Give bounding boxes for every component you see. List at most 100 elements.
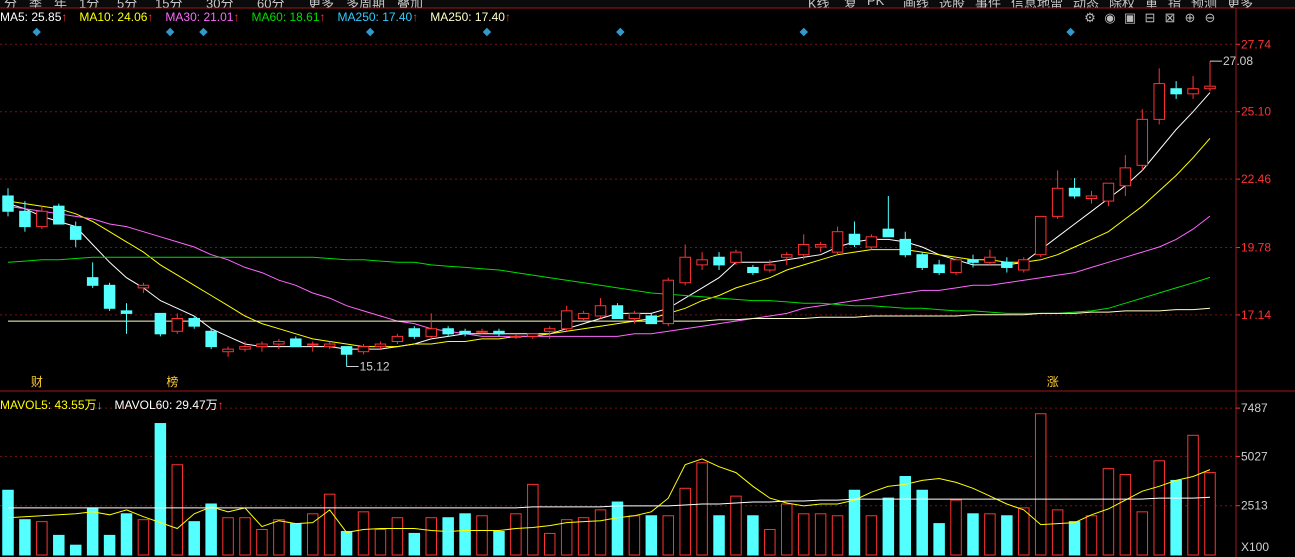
event-diamond-icon [199, 27, 208, 37]
volume-bar-down [86, 507, 99, 556]
event-diamond-icon [165, 27, 175, 37]
volume-bar-up [1136, 511, 1149, 556]
volume-bar-up [36, 521, 48, 556]
candle-body-down [340, 346, 353, 355]
candlestick [848, 221, 861, 248]
volume-bar-down [1001, 515, 1013, 556]
candlestick [594, 298, 607, 319]
stock-chart-window: 分季年 1分 5分 15分 30分 60分 更多 多周期 叠加 K线复 PK 画线 选股 事件 信息地雷 动态… [0, 0, 1295, 557]
volume-bar-down [882, 497, 895, 556]
candlestick [797, 234, 810, 260]
candle-body-down [713, 256, 725, 266]
volume-bar-up [391, 517, 404, 556]
candle-body-down [848, 233, 861, 245]
volume-bar-up [137, 519, 150, 556]
candlestick [1001, 257, 1013, 273]
candlestick [19, 201, 31, 232]
volume-bar-up [781, 503, 793, 556]
candle-body-down [69, 226, 82, 240]
high-price-label: 27.08 [1223, 54, 1253, 68]
price-tick-label: 27.74 [1241, 37, 1271, 51]
candlestick [1068, 178, 1081, 199]
volume-bar-up [1018, 507, 1030, 556]
event-marker-label: 涨 [1047, 374, 1059, 389]
candle-body-up [1119, 167, 1132, 187]
price-tick-label: 17.14 [1241, 308, 1271, 322]
volume-bar-up [730, 495, 742, 556]
volume-bar-down [120, 513, 133, 556]
event-marker-label: 财 [31, 375, 43, 389]
candle-body-down [86, 277, 99, 286]
candlestick [781, 252, 793, 265]
event-diamond-icon [799, 27, 808, 37]
volume-bar-up [425, 517, 437, 556]
volume-bar-down [967, 513, 979, 556]
candlestick [459, 328, 471, 337]
candle-body-up [137, 284, 150, 289]
candle-body-up [1187, 88, 1199, 95]
candlestick [611, 303, 624, 320]
candle-body-up [628, 312, 641, 320]
candle-body-up [391, 335, 404, 342]
candlestick [527, 333, 539, 339]
candle-body-up [36, 210, 48, 228]
candlestick [645, 313, 658, 325]
candle-body-down [154, 312, 167, 335]
ma-line-ma60 [7, 256, 1211, 314]
candlestick [1034, 215, 1047, 258]
candle-body-down [459, 330, 471, 335]
volume-bar-up [1153, 460, 1165, 556]
candle-body-up [1153, 83, 1165, 120]
volume-bar-up [764, 528, 776, 556]
volume-bar-down [899, 476, 912, 556]
candle-body-up [679, 256, 691, 284]
mavol5-line [7, 458, 1211, 533]
candle-body-up [323, 343, 336, 348]
candlestick [408, 326, 421, 339]
candle-body-down [188, 318, 200, 327]
candle-body-up [865, 236, 878, 248]
candlestick [916, 252, 928, 270]
candle-body-down [645, 315, 658, 325]
candlestick [103, 282, 116, 311]
candle-body-up [696, 259, 708, 266]
candlestick [1119, 155, 1132, 196]
volume-bar-down [69, 544, 82, 556]
candlestick [154, 312, 167, 337]
candle-body-up [984, 256, 996, 263]
volume-bar-up [696, 462, 708, 556]
candle-body-down [1068, 187, 1081, 197]
candle-body-up [1034, 215, 1047, 256]
candle-body-up [510, 335, 522, 338]
candlestick [239, 341, 251, 352]
candle-body-up [357, 346, 370, 353]
ma-line-ma30 [7, 205, 1211, 337]
candle-body-down [493, 330, 505, 335]
volume-bar-down [1170, 479, 1182, 556]
candle-body-up [222, 348, 234, 353]
candle-body-up [1018, 259, 1030, 271]
volume-bar-up [1034, 413, 1047, 556]
volume-bar-down [459, 513, 471, 556]
volume-bar-up [1187, 434, 1199, 556]
volume-bar-up [476, 515, 488, 556]
volume-bar-down [713, 515, 725, 556]
candle-body-down [103, 284, 116, 309]
candle-body-down [933, 264, 945, 274]
candlestick [713, 252, 725, 270]
candle-body-down [19, 210, 31, 228]
candle-body-down [1001, 261, 1013, 268]
volume-bar-down [53, 534, 65, 556]
volume-legend-item: MAVOL60: 29.47万↑ [115, 398, 230, 412]
volume-unit-label: X100 [1241, 540, 1269, 554]
volume-bar-down [103, 534, 116, 556]
candle-body-up [239, 346, 251, 350]
volume-bar-up [560, 519, 573, 556]
volume-bar-down [916, 489, 928, 556]
candlestick [442, 326, 454, 337]
candlestick [510, 333, 522, 339]
kline-chart[interactable]: 27.0815.12财榜涨 27.7425.1022.4619.7817.14 … [0, 0, 1295, 557]
candle-body-up [560, 310, 573, 330]
volume-bar-up [1102, 468, 1115, 556]
candle-body-down [442, 328, 454, 335]
